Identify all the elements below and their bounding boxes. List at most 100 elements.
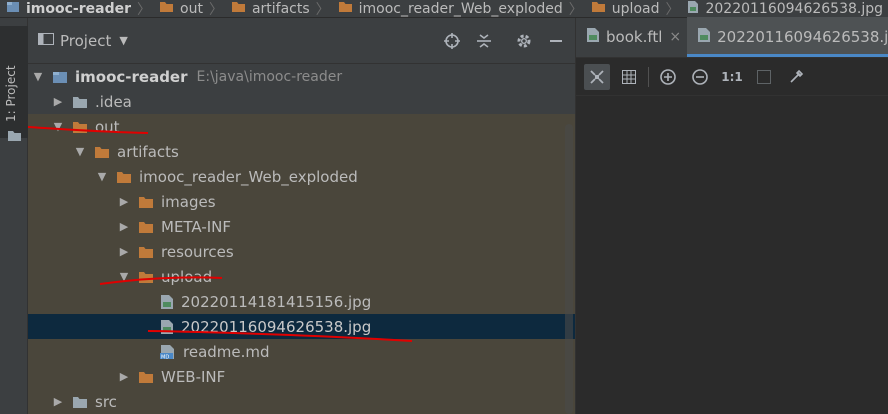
tree-row-label: resources: [161, 242, 234, 261]
breadcrumb-item-file[interactable]: 20220116094626538.jpg: [681, 0, 887, 17]
chevron-down-icon[interactable]: ▼: [52, 120, 64, 133]
breadcrumb-label: imooc_reader_Web_exploded: [358, 0, 563, 17]
tree-row-file-jpg-1[interactable]: 20220114181415156.jpg: [28, 289, 575, 314]
tree-row-label: WEB-INF: [161, 367, 226, 386]
tab-label: book.ftl: [606, 28, 663, 46]
folder-orange-icon: [116, 170, 132, 184]
chevron-right-icon[interactable]: ▶: [52, 95, 64, 108]
tree-row-label: out: [95, 117, 120, 136]
chevron-right-icon[interactable]: ▶: [118, 220, 130, 233]
breadcrumb-separator: 〉: [315, 1, 330, 18]
module-icon: [52, 70, 68, 84]
folder-orange-icon: [72, 120, 88, 134]
color-picker-icon[interactable]: [783, 64, 809, 90]
folder-orange-icon: [138, 270, 154, 284]
folder-orange-icon: [138, 195, 154, 209]
tree-row-label: imooc-reader: [75, 67, 188, 86]
image-file-icon: [687, 0, 699, 17]
tree-row-idea[interactable]: ▶ .idea: [28, 89, 575, 114]
editor-area: book.ftl × 20220116094626538.jpg 1:1: [575, 17, 888, 414]
tree-row-web-exploded[interactable]: ▼ imooc_reader_Web_exploded: [28, 164, 575, 189]
folder-icon: [231, 0, 246, 17]
locate-icon[interactable]: [442, 31, 462, 51]
grid-icon[interactable]: [616, 64, 642, 90]
breadcrumb-item-out[interactable]: out: [153, 0, 207, 17]
breadcrumb-separator: 〉: [665, 1, 680, 18]
folder-orange-icon: [94, 145, 110, 159]
folder-icon: [72, 95, 88, 109]
chevron-right-icon[interactable]: ▶: [118, 195, 130, 208]
navigation-breadcrumb: imooc-reader 〉 out 〉 artifacts 〉 imooc_r…: [0, 0, 888, 18]
breadcrumb-item-upload[interactable]: upload: [585, 0, 664, 17]
tree-row-label: META-INF: [161, 217, 232, 236]
toolbar-separator: [648, 66, 649, 87]
fit-icon[interactable]: [584, 63, 610, 90]
tree-row-label: src: [95, 392, 117, 411]
breadcrumb-separator: 〉: [137, 1, 151, 18]
chevron-down-icon[interactable]: ▼: [119, 34, 127, 47]
hide-icon[interactable]: [546, 31, 566, 51]
tree-row-label: artifacts: [117, 142, 179, 161]
breadcrumb-label: imooc-reader: [26, 0, 131, 17]
project-tool-tab-label: 1: Project: [4, 65, 18, 122]
chevron-down-icon[interactable]: ▼: [96, 170, 108, 183]
tree-scrollbar[interactable]: [565, 124, 573, 414]
tree-row-readme[interactable]: MD readme.md: [28, 339, 575, 364]
folder-orange-icon: [138, 370, 154, 384]
tree-row-images[interactable]: ▶ images: [28, 189, 575, 214]
breadcrumb-label: artifacts: [251, 0, 310, 17]
markdown-file-icon: MD: [160, 344, 176, 360]
project-panel-header: Project ▼: [28, 18, 575, 64]
image-file-icon: [697, 27, 711, 47]
tree-row-web-inf[interactable]: ▶ WEB-INF: [28, 364, 575, 389]
actual-size-button[interactable]: 1:1: [719, 64, 745, 90]
tree-row-file-jpg-2[interactable]: 20220116094626538.jpg: [28, 314, 575, 339]
chevron-right-icon[interactable]: ▶: [118, 245, 130, 258]
folder-icon: [159, 0, 174, 17]
project-tree: ▼ imooc-reader E:\java\imooc-reader ▶ .i…: [28, 64, 575, 414]
chevron-down-icon[interactable]: ▼: [74, 145, 86, 158]
tree-row-project-root[interactable]: ▼ imooc-reader E:\java\imooc-reader: [28, 64, 575, 89]
folder-icon: [8, 126, 21, 145]
close-icon[interactable]: ×: [669, 29, 681, 45]
zoom-in-icon[interactable]: [655, 64, 681, 90]
background-icon[interactable]: [751, 64, 777, 90]
image-file-icon: [160, 294, 174, 310]
chevron-down-icon[interactable]: ▼: [118, 270, 130, 283]
chevron-down-icon[interactable]: ▼: [32, 70, 44, 83]
breadcrumb-item-exploded[interactable]: imooc_reader_Web_exploded: [332, 0, 567, 17]
project-view-title[interactable]: Project: [60, 32, 111, 50]
tree-row-meta-inf[interactable]: ▶ META-INF: [28, 214, 575, 239]
project-view-icon: [38, 31, 54, 50]
tab-book-ftl[interactable]: book.ftl ×: [576, 17, 687, 57]
tree-row-label: 20220116094626538.jpg: [181, 317, 372, 336]
folder-orange-icon: [138, 245, 154, 259]
tree-row-src[interactable]: ▶ src: [28, 389, 575, 414]
collapse-all-icon[interactable]: [474, 31, 494, 51]
breadcrumb-item-project[interactable]: imooc-reader: [0, 0, 135, 17]
tree-row-artifacts[interactable]: ▼ artifacts: [28, 139, 575, 164]
chevron-right-icon[interactable]: ▶: [52, 395, 64, 408]
zoom-out-icon[interactable]: [687, 64, 713, 90]
actual-size-label: 1:1: [721, 69, 743, 84]
image-file-icon: [160, 319, 174, 335]
tree-row-label: images: [161, 192, 216, 211]
tree-row-out[interactable]: ▼ out: [28, 114, 575, 139]
breadcrumb-label: upload: [611, 0, 660, 17]
tree-row-label: imooc_reader_Web_exploded: [139, 167, 358, 186]
breadcrumb-item-artifacts[interactable]: artifacts: [225, 0, 314, 17]
tab-image-file[interactable]: 20220116094626538.jpg: [687, 17, 888, 57]
project-panel: Project ▼ ▼ imooc-reader E:\java\imooc-r…: [28, 18, 575, 414]
folder-orange-icon: [138, 220, 154, 234]
folder-icon: [591, 0, 606, 17]
tree-row-upload[interactable]: ▼ upload: [28, 264, 575, 289]
settings-icon[interactable]: [514, 31, 534, 51]
tree-row-resources[interactable]: ▶ resources: [28, 239, 575, 264]
chevron-right-icon[interactable]: ▶: [118, 370, 130, 383]
folder-icon: [338, 0, 353, 17]
breadcrumb-label: out: [180, 0, 203, 17]
image-editor-toolbar: 1:1: [576, 58, 888, 96]
project-tool-tab[interactable]: 1: Project: [0, 26, 28, 141]
tree-row-label: readme.md: [183, 342, 270, 361]
breadcrumb-separator: 〉: [568, 1, 583, 18]
